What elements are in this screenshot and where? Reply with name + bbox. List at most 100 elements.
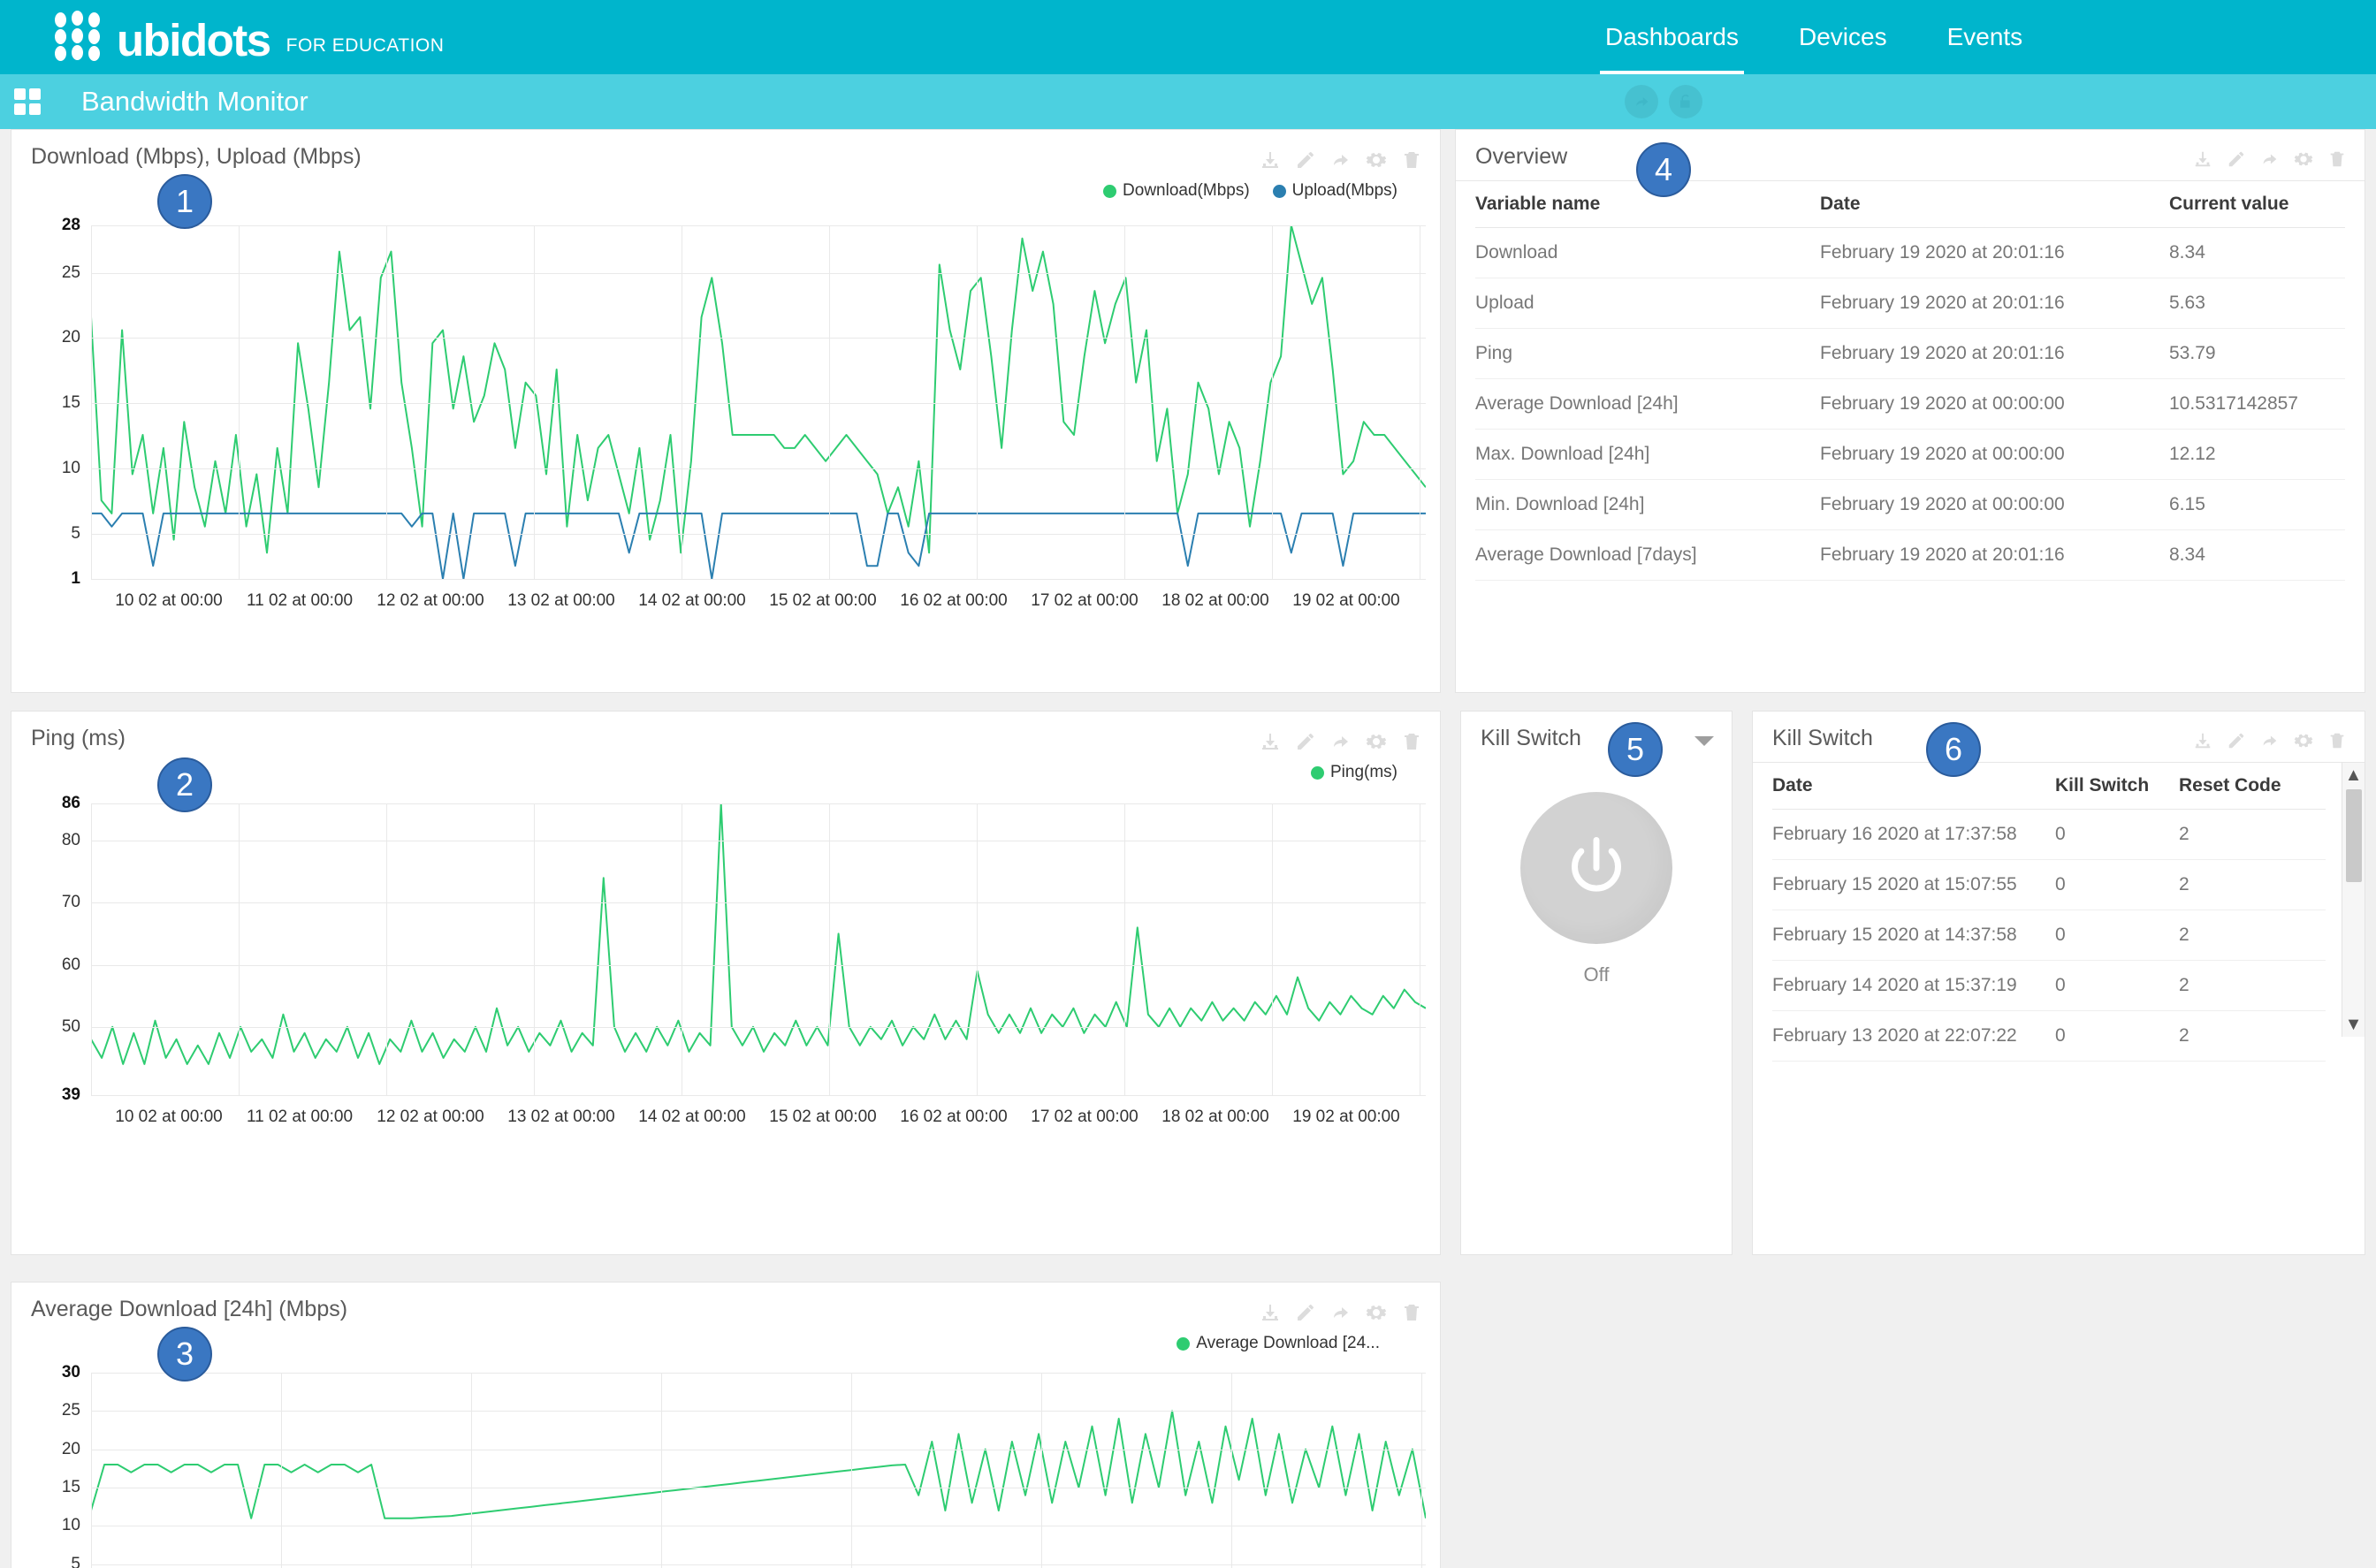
table-cell: 0	[2055, 960, 2179, 1011]
table-row: February 14 2020 at 15:37:19 0 2	[1772, 960, 2326, 1011]
nav-link-devices[interactable]: Devices	[1793, 0, 1892, 75]
scroll-up-arrow[interactable]: ▲	[2345, 763, 2363, 788]
trash-icon[interactable]	[1401, 149, 1422, 171]
y-tick: 1	[71, 569, 80, 588]
chart-canvas: Ping(ms) 86 80 70 60 50 39 10 02 at 00:0…	[11, 763, 1440, 1254]
chart-legend: Ping(ms)	[1310, 763, 1397, 782]
brand-logo[interactable]: ubidots FOR EDUCATION	[0, 11, 444, 64]
x-tick: 16 02 at 00:00	[900, 1107, 1008, 1126]
share-icon[interactable]	[2260, 149, 2280, 169]
subheader-actions	[1625, 85, 1702, 118]
legend-item-avg-download[interactable]: Average Download [24...	[1177, 1334, 1380, 1353]
column-header-date: Date	[1772, 763, 2055, 810]
table-cell: February 13 2020 at 22:07:22	[1772, 1010, 2055, 1062]
widget-toolbar	[1260, 726, 1422, 752]
y-tick: 60	[61, 955, 80, 974]
nav-link-dashboards[interactable]: Dashboards	[1600, 0, 1744, 75]
y-tick: 15	[61, 393, 80, 413]
legend-dot	[1272, 184, 1286, 198]
table-row: Min. Download [24h] February 19 2020 at 0…	[1475, 479, 2345, 530]
callout-badge-6: 6	[1926, 722, 1981, 777]
table-row: Upload February 19 2020 at 20:01:16 5.63	[1475, 278, 2345, 329]
table-cell: February 14 2020 at 15:37:19	[1772, 960, 2055, 1011]
plot-area	[90, 1373, 1427, 1568]
share-icon[interactable]	[1330, 731, 1352, 752]
table-cell: Average Download [7days]	[1475, 529, 1820, 581]
series-line	[90, 225, 1427, 554]
power-button[interactable]	[1520, 792, 1672, 944]
table-row: Ping February 19 2020 at 20:01:16 53.79	[1475, 328, 2345, 379]
widget-download-upload-chart: Download (Mbps), Upload (Mbps) Download(…	[11, 129, 1441, 693]
trash-icon[interactable]	[1401, 1302, 1422, 1323]
table-row: Average Download [7days] February 19 2020…	[1475, 529, 2345, 581]
pencil-icon[interactable]	[1295, 149, 1316, 171]
column-header-kill-switch: Kill Switch	[2055, 763, 2179, 810]
share-icon[interactable]	[2260, 731, 2280, 750]
table-cell: Download	[1475, 227, 1820, 278]
trash-icon[interactable]	[2327, 149, 2347, 169]
legend-dot	[1103, 184, 1117, 198]
pencil-icon[interactable]	[1295, 1302, 1316, 1323]
legend-item-upload[interactable]: Upload(Mbps)	[1272, 181, 1397, 201]
share-icon[interactable]	[1330, 149, 1352, 171]
brand-subtitle: FOR EDUCATION	[286, 35, 445, 56]
power-state-label: Off	[1583, 963, 1610, 986]
x-tick: 11 02 at 00:00	[246, 1107, 354, 1126]
table-cell: 0	[2055, 859, 2179, 910]
trash-icon[interactable]	[2327, 731, 2347, 750]
share-icon[interactable]	[1625, 85, 1658, 118]
widget-title: Ping (ms)	[31, 726, 126, 750]
chevron-down-icon[interactable]	[1694, 736, 1714, 746]
unlock-icon[interactable]	[1669, 85, 1702, 118]
x-tick: 13 02 at 00:00	[507, 1107, 615, 1126]
pencil-icon[interactable]	[2227, 731, 2246, 750]
x-tick: 17 02 at 00:00	[1031, 591, 1138, 610]
table-row: Download February 19 2020 at 20:01:16 8.34	[1475, 227, 2345, 278]
y-axis: 30 25 20 15 10 5 0	[11, 1334, 80, 1568]
legend-item-download[interactable]: Download(Mbps)	[1103, 181, 1250, 201]
gear-icon[interactable]	[2294, 149, 2313, 169]
y-tick: 25	[61, 263, 80, 282]
download-icon[interactable]	[2193, 731, 2212, 750]
y-tick: 5	[71, 523, 80, 543]
grid-icon[interactable]	[14, 88, 41, 115]
table-scrollbar[interactable]: ▲ ▼	[2342, 763, 2365, 1037]
table-row: February 15 2020 at 14:37:58 0 2	[1772, 910, 2326, 961]
table-row: February 13 2020 at 22:07:22 0 2	[1772, 1010, 2326, 1062]
gear-icon[interactable]	[1366, 149, 1387, 171]
overview-table: Variable name Date Current value Downloa…	[1475, 181, 2345, 581]
gear-icon[interactable]	[2294, 731, 2313, 750]
power-icon	[1572, 837, 1621, 892]
x-tick: 16 02 at 00:00	[900, 591, 1008, 610]
trash-icon[interactable]	[1401, 731, 1422, 752]
table-cell: 5.63	[2169, 278, 2345, 329]
table-cell: 2	[2179, 910, 2326, 961]
x-tick: 10 02 at 00:00	[115, 591, 223, 610]
scrollbar-thumb[interactable]	[2346, 789, 2362, 882]
nav-link-events[interactable]: Events	[1942, 0, 2029, 75]
download-icon[interactable]	[1260, 149, 1281, 171]
y-tick: 39	[61, 1085, 80, 1104]
x-tick: 12 02 at 00:00	[377, 591, 484, 610]
callout-badge-5: 5	[1608, 722, 1663, 777]
column-header-value: Current value	[2169, 181, 2345, 228]
download-icon[interactable]	[2193, 149, 2212, 169]
pencil-icon[interactable]	[2227, 149, 2246, 169]
y-tick: 70	[61, 893, 80, 912]
download-icon[interactable]	[1260, 731, 1281, 752]
share-icon[interactable]	[1330, 1302, 1352, 1323]
download-icon[interactable]	[1260, 1302, 1281, 1323]
kill-switch-table: Date Kill Switch Reset Code February 16 …	[1772, 763, 2326, 1062]
table-cell: 2	[2179, 1010, 2326, 1062]
gear-icon[interactable]	[1366, 731, 1387, 752]
gear-icon[interactable]	[1366, 1302, 1387, 1323]
x-tick: 13 02 at 00:00	[507, 591, 615, 610]
pencil-icon[interactable]	[1295, 731, 1316, 752]
legend-item-ping[interactable]: Ping(ms)	[1310, 763, 1397, 782]
callout-badge-4: 4	[1636, 142, 1691, 197]
power-control: Off	[1461, 792, 1732, 986]
x-tick: 18 02 at 00:00	[1161, 591, 1269, 610]
overview-table-wrap: Variable name Date Current value Downloa…	[1456, 180, 2365, 581]
dashboard-board: Download (Mbps), Upload (Mbps) Download(…	[0, 129, 2376, 1568]
scroll-down-arrow[interactable]: ▼	[2345, 1012, 2363, 1037]
